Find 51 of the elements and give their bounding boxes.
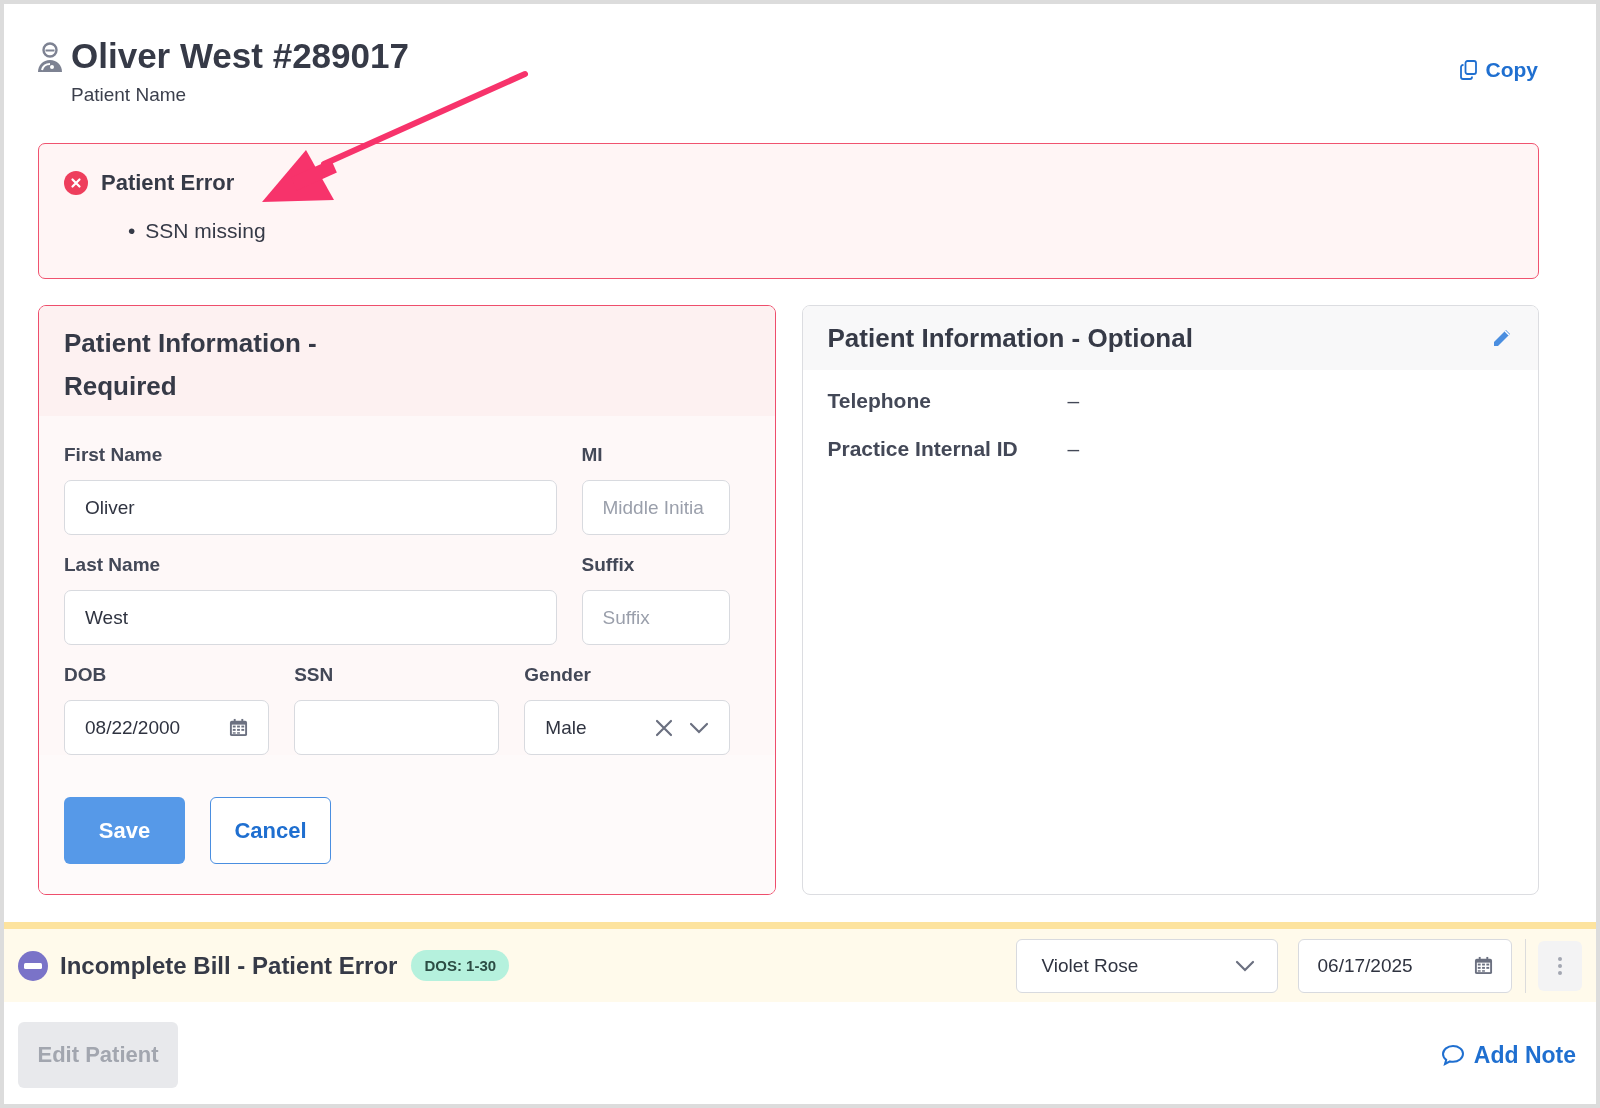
copy-icon bbox=[1459, 60, 1477, 80]
speech-bubble-icon bbox=[1440, 1044, 1465, 1066]
error-message: SSN missing bbox=[145, 218, 266, 244]
add-note-link[interactable]: Add Note bbox=[1440, 1041, 1576, 1069]
calendar-icon[interactable] bbox=[1473, 956, 1493, 975]
copy-link[interactable]: Copy bbox=[1459, 58, 1538, 82]
input-field[interactable]: Oliver bbox=[64, 480, 557, 535]
field-value: 08/22/2000 bbox=[85, 716, 181, 739]
chevron-down-icon[interactable] bbox=[1234, 959, 1255, 972]
info-label: Practice Internal ID bbox=[827, 436, 1019, 462]
field-label: Last Name bbox=[64, 554, 162, 576]
field-placeholder: Suffix bbox=[602, 606, 650, 629]
error-icon bbox=[64, 171, 88, 195]
provider-select[interactable]: Violet Rose bbox=[1015, 938, 1278, 993]
bill-title: Incomplete Bill - Patient Error bbox=[60, 951, 398, 980]
bullet: • bbox=[128, 218, 136, 244]
minus-circle-icon bbox=[18, 950, 48, 981]
info-value: – bbox=[1067, 436, 1081, 462]
info-value: – bbox=[1067, 388, 1081, 414]
patient-title: Oliver West #289017 bbox=[71, 36, 409, 76]
input-field[interactable]: Suffix bbox=[581, 590, 730, 645]
cancel-button[interactable]: Cancel bbox=[210, 797, 331, 864]
card-title: Patient Information - Required bbox=[64, 327, 318, 403]
clear-icon[interactable] bbox=[654, 718, 673, 737]
input-field[interactable]: West bbox=[64, 590, 557, 645]
info-label: Telephone bbox=[827, 388, 932, 414]
error-title: Patient Error bbox=[101, 170, 235, 196]
field-value: West bbox=[85, 606, 128, 629]
field-placeholder: Middle Initia bbox=[602, 496, 704, 519]
save-button[interactable]: Save bbox=[64, 797, 185, 864]
field-label: MI bbox=[581, 444, 604, 466]
dos-badge: DOS: 1-30 bbox=[411, 950, 510, 981]
patient-subtitle: Patient Name bbox=[71, 84, 188, 106]
field-label: First Name bbox=[64, 444, 164, 466]
field-label: Suffix bbox=[581, 554, 636, 576]
select-field[interactable]: Male bbox=[524, 700, 730, 755]
date-field[interactable]: 06/17/2025 bbox=[1297, 938, 1512, 993]
field-label: DOB bbox=[64, 664, 108, 686]
kebab-icon bbox=[1557, 955, 1563, 976]
calendar-icon[interactable] bbox=[229, 718, 249, 737]
card-title: Patient Information - Optional bbox=[827, 321, 1193, 355]
patient-icon bbox=[37, 42, 63, 74]
input-field[interactable] bbox=[294, 700, 500, 755]
field-label: SSN bbox=[294, 664, 335, 686]
field-value: Male bbox=[545, 716, 587, 739]
date-field[interactable]: 08/22/2000 bbox=[64, 700, 270, 755]
chevron-down-icon[interactable] bbox=[688, 721, 709, 734]
field-label: Gender bbox=[524, 664, 592, 686]
input-field[interactable]: Middle Initia bbox=[581, 480, 730, 535]
pencil-icon[interactable] bbox=[1491, 327, 1513, 349]
field-value: Oliver bbox=[85, 496, 135, 519]
